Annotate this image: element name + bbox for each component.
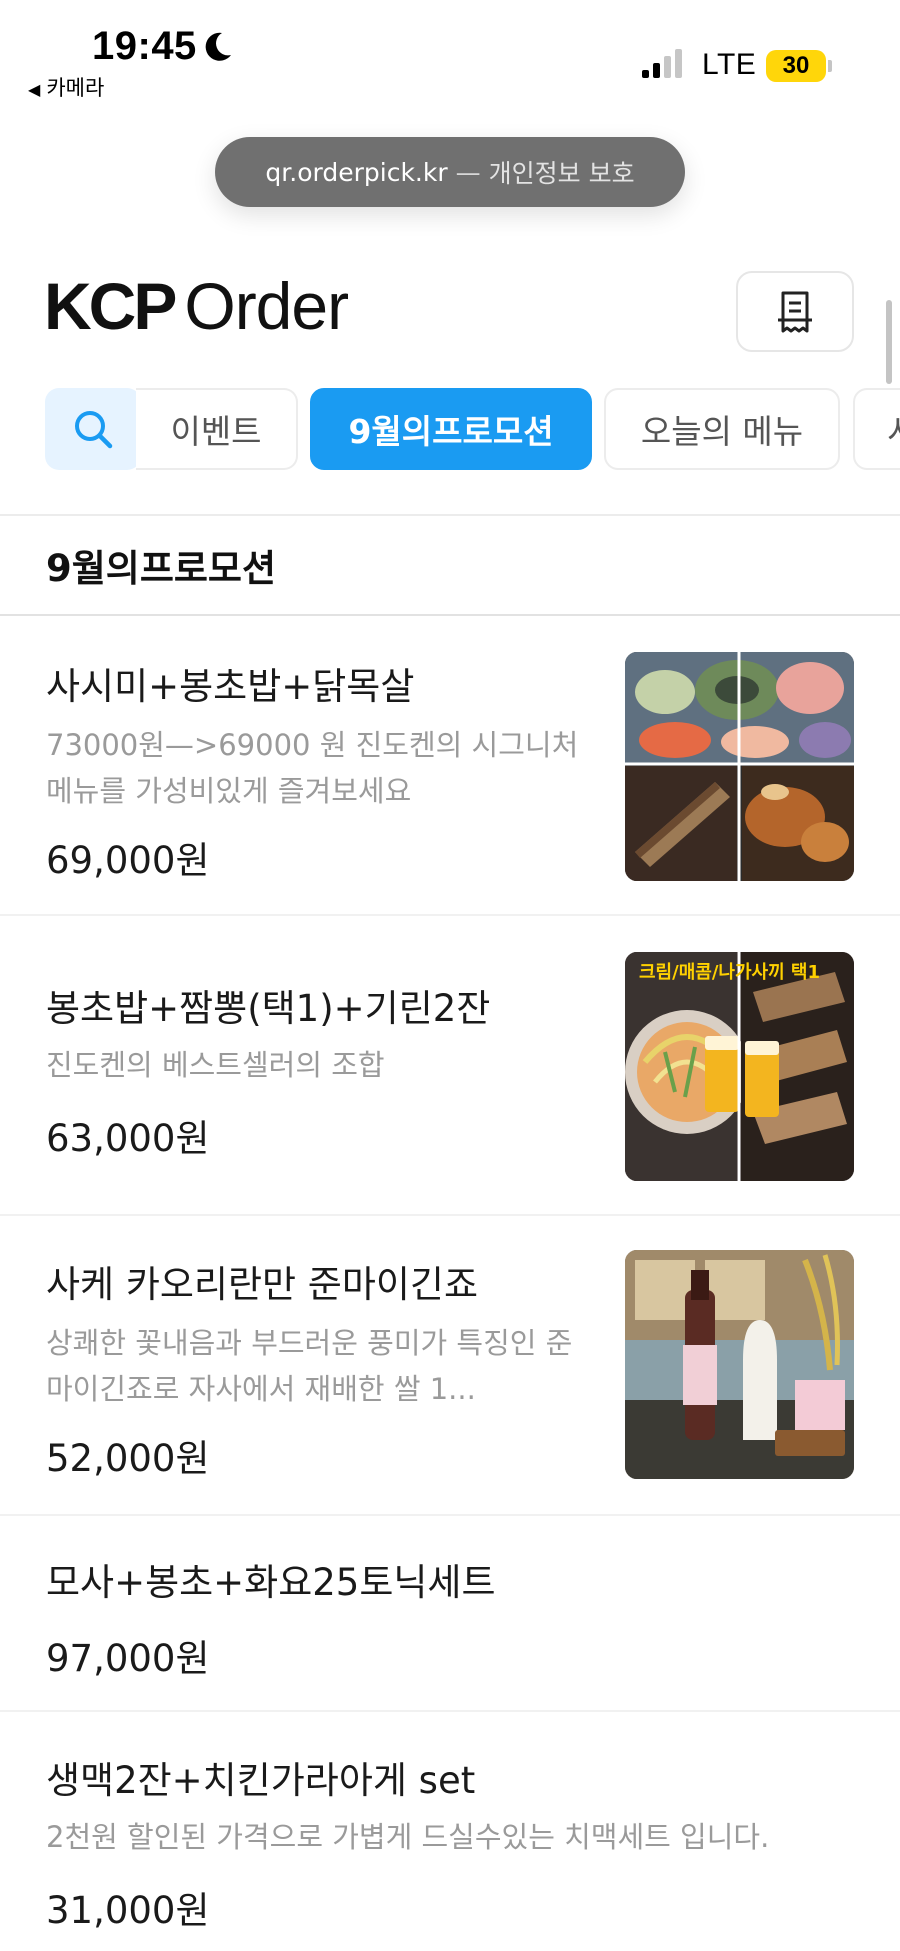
divider xyxy=(0,514,900,516)
brand-bold: KCP xyxy=(44,269,177,343)
url-bar[interactable]: qr.orderpick.kr — 개인정보 보호 xyxy=(215,137,685,207)
category-tabs: 이벤트 9월의프로모션 오늘의 메뉴 시 xyxy=(0,386,900,472)
tab-event[interactable]: 이벤트 xyxy=(136,388,298,470)
menu-item-name: 생맥2잔+치킨가라아게 set xyxy=(46,1759,476,1802)
tab-next[interactable]: 시 xyxy=(853,388,900,470)
tab-september-promotion[interactable]: 9월의프로모션 xyxy=(310,388,592,470)
moon-icon xyxy=(205,32,231,61)
menu-item-name: 사케 카오리란만 준마이긴죠 xyxy=(46,1263,479,1306)
menu-item-image xyxy=(625,1250,854,1479)
back-app-label: 카메라 xyxy=(46,76,105,100)
menu-item-price: 63,000원 xyxy=(46,1117,210,1160)
menu-item-image xyxy=(625,652,854,881)
menu-item-image: 크림/매콤/나가사끼 택1 xyxy=(625,952,854,1181)
menu-item[interactable]: 모사+봉초+화요25토닉세트 97,000원 xyxy=(0,1516,900,1712)
back-to-camera-link[interactable]: ◀ 카메라 xyxy=(28,72,104,102)
back-triangle-icon: ◀ xyxy=(28,80,41,99)
battery-indicator: 30 xyxy=(766,50,826,82)
battery-tip xyxy=(828,60,832,72)
menu-item[interactable]: 사시미+봉초밥+닭목살 73000원—>69000 원 진도켄의 시그니처 메뉴… xyxy=(0,616,900,916)
menu-item-description: 2천원 할인된 가격으로 가볍게 드실수있는 치맥세트 입니다. xyxy=(46,1820,770,1854)
receipt-icon xyxy=(778,291,812,332)
menu-item-price: 69,000원 xyxy=(46,839,210,882)
status-time: 19:45 xyxy=(92,24,197,68)
cellular-signal-icon xyxy=(642,49,682,78)
network-type: LTE xyxy=(702,48,757,81)
menu-item-description: 진도켄의 베스트셀러의 조합 xyxy=(46,1048,385,1082)
privacy-label: 개인정보 보호 xyxy=(488,159,635,188)
menu-item-description: 상쾌한 꽃내음과 부드러운 풍미가 특징인 준마이긴죠로 자사에서 재배한 쌀 … xyxy=(46,1326,573,1406)
tab-today-menu[interactable]: 오늘의 메뉴 xyxy=(604,388,840,470)
search-button[interactable] xyxy=(45,388,141,470)
scroll-indicator xyxy=(886,300,892,384)
menu-item-name: 모사+봉초+화요25토닉세트 xyxy=(46,1561,496,1604)
menu-item-price: 31,000원 xyxy=(46,1889,210,1932)
menu-item[interactable]: 생맥2잔+치킨가라아게 set 2천원 할인된 가격으로 가볍게 드실수있는 치… xyxy=(0,1712,900,1951)
menu-item-image-caption: 크림/매콤/나가사끼 택1 xyxy=(639,962,820,983)
brand-logo: KCP Order xyxy=(44,268,349,344)
menu-item-name: 사시미+봉초밥+닭목살 xyxy=(46,665,415,708)
menu-item-price: 52,000원 xyxy=(46,1437,210,1480)
url-separator: — xyxy=(455,157,481,187)
menu-item-description: 73000원—>69000 원 진도켄의 시그니처 메뉴를 가성비있게 즐겨보세… xyxy=(46,728,579,808)
url-text: qr.orderpick.kr xyxy=(265,157,448,187)
menu-item[interactable]: 사케 카오리란만 준마이긴죠 상쾌한 꽃내음과 부드러운 풍미가 특징인 준마이… xyxy=(0,1216,900,1516)
menu-item-price: 97,000원 xyxy=(46,1637,210,1680)
brand-rest: Order xyxy=(184,269,349,343)
menu-item-name: 봉초밥+짬뽕(택1)+기린2잔 xyxy=(46,987,491,1030)
search-icon xyxy=(75,411,113,449)
order-history-button[interactable] xyxy=(736,271,854,352)
section-title: 9월의프로모션 xyxy=(46,547,276,590)
menu-item[interactable]: 봉초밥+짬뽕(택1)+기린2잔 진도켄의 베스트셀러의 조합 63,000원 크… xyxy=(0,916,900,1216)
